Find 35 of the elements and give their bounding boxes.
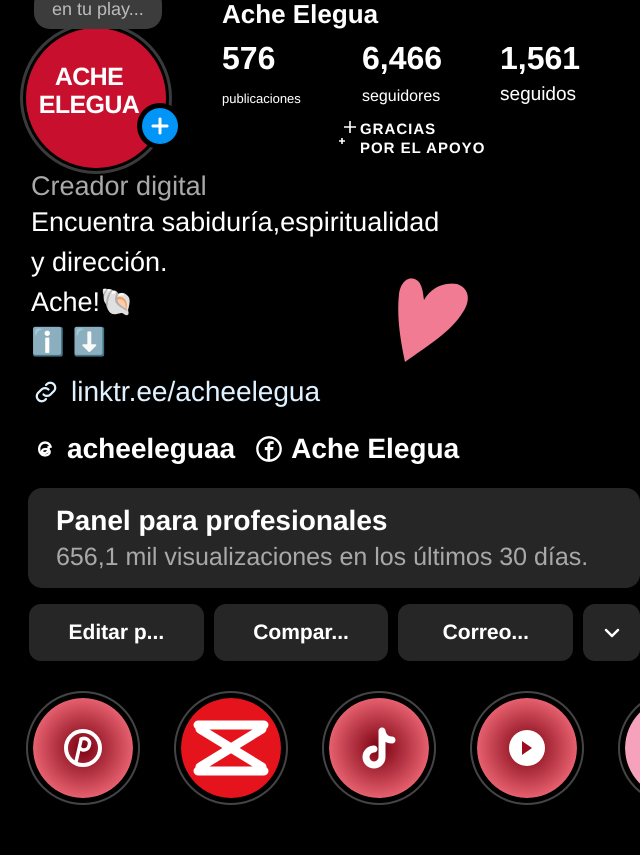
category-label: Creador digital [31, 170, 208, 202]
bio-text: Ache!🐚 [31, 286, 136, 319]
profile-action-button[interactable]: Correo... [398, 604, 574, 661]
stat-label[interactable]: seguidores [362, 88, 440, 106]
capcut-highlight[interactable] [181, 698, 281, 798]
add-story-button[interactable] [142, 108, 178, 144]
note-bubble[interactable]: en tu play... [34, 0, 162, 29]
bio-text: y dirección. [31, 246, 169, 279]
stat-count: 6,466 [362, 40, 442, 76]
stat-label[interactable]: publicaciones [222, 90, 301, 108]
sticker-text: POR EL APOYO [360, 139, 486, 158]
sticker-text: GRACIAS [360, 120, 438, 139]
music-note-highlight[interactable] [329, 698, 429, 798]
sparkle-icon [338, 120, 358, 146]
stat-count: 576 [222, 40, 276, 76]
profile-link[interactable]: linktr.ee/acheelegua [71, 374, 320, 410]
dashboard-title: Panel para profesionales [56, 504, 388, 538]
social-link[interactable]: Ache Elegua [291, 432, 460, 466]
profile-action-button[interactable]: Editar p... [29, 604, 204, 661]
logo-text: ACHE [54, 63, 124, 91]
play-button-highlight[interactable] [477, 698, 577, 798]
pinterest-highlight[interactable] [33, 698, 133, 798]
facebook-icon [255, 435, 284, 463]
dashboard-subtitle: 656,1 mil visualizaciones en los últimos 30 días. [56, 542, 590, 573]
bio-text: Encuentra sabiduría,espiritualidad [31, 206, 440, 239]
social-link[interactable]: acheeleguaa [67, 432, 236, 466]
profile-name: Ache Elegua [222, 0, 378, 28]
stat-count: 1,561 [500, 40, 580, 76]
plus-icon [150, 116, 170, 136]
bio-text: ℹ ⬇ [31, 326, 108, 359]
stat-label[interactable]: seguidos [500, 86, 576, 104]
logo-text: ELEGUA [38, 91, 140, 119]
dashboard-card[interactable]: Panel para profesionales 656,1 mil visualizaciones en los últimos 30 días. [28, 488, 640, 588]
avatar-logo[interactable]: ACHE ELEGUA [26, 28, 166, 168]
profile-action-button[interactable]: Compar... [214, 604, 388, 661]
